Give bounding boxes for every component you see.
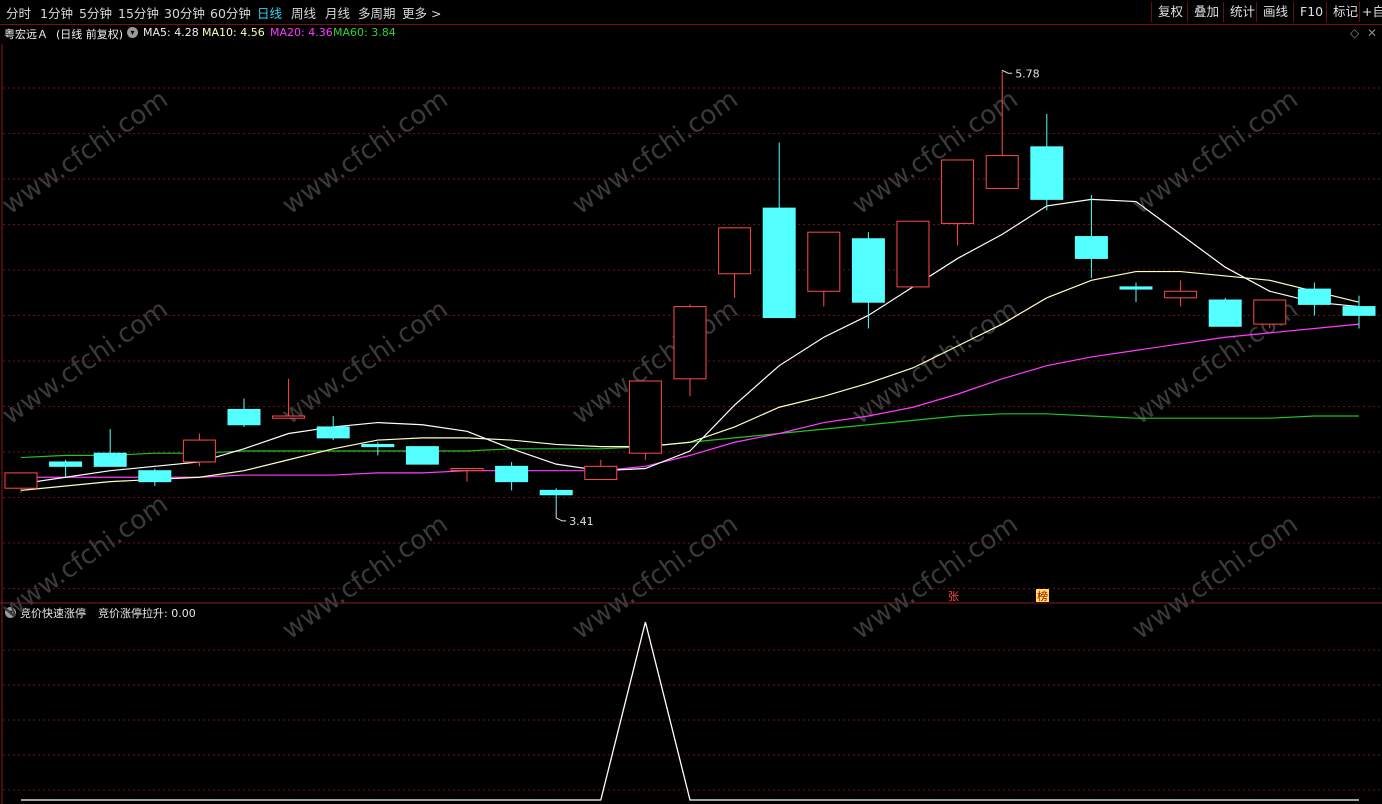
candle-up: [673, 304, 707, 397]
marker-bang: 榜: [1037, 589, 1048, 603]
candle-down: [1030, 114, 1064, 211]
candle-body: [4, 472, 38, 489]
candle-body: [227, 408, 261, 426]
candle-body: [807, 231, 841, 292]
candle-up: [896, 220, 930, 288]
candle-body: [450, 468, 484, 472]
watermark-text: www.cfchi.com: [847, 84, 1024, 220]
candle-body: [1342, 306, 1376, 316]
candle-body: [673, 306, 707, 380]
candle-up: [628, 380, 662, 460]
candle-up: [1164, 280, 1198, 307]
indicator-line: [21, 621, 1359, 801]
watermark-text: www.cfchi.com: [0, 489, 174, 625]
indicator-panel: [21, 621, 1359, 801]
watermark-text: www.cfchi.com: [567, 84, 744, 220]
watermark-text: www.cfchi.com: [277, 294, 454, 430]
candle-body: [138, 470, 172, 483]
candle-down: [405, 446, 439, 465]
candle-body: [539, 489, 573, 496]
candle-body: [762, 207, 796, 319]
watermark-text: www.cfchi.com: [277, 509, 454, 645]
candle-body: [405, 446, 439, 465]
candle-body: [1297, 288, 1331, 305]
chart-grid: [0, 44, 1382, 804]
low-label: 3.41: [569, 515, 594, 528]
low-pointer: [555, 507, 567, 522]
candle-up: [941, 159, 975, 246]
candle-body: [495, 465, 529, 483]
candle-body: [1074, 236, 1108, 259]
candle-down: [138, 468, 172, 487]
candle-body: [584, 465, 618, 480]
candle-down: [93, 429, 127, 467]
watermark-text: www.cfchi.com: [847, 294, 1024, 430]
candle-down: [495, 461, 529, 491]
candle-body: [718, 227, 752, 275]
candle-down: [49, 459, 83, 478]
candle-body: [316, 426, 350, 439]
candle-body: [1030, 146, 1064, 200]
candle-body: [1253, 299, 1287, 325]
candle-body: [1164, 290, 1198, 299]
candle-body: [1119, 286, 1153, 290]
candle-down: [316, 416, 350, 441]
candle-up: [450, 468, 484, 482]
candle-body: [49, 461, 83, 467]
candle-down: [1297, 282, 1331, 316]
candle-body: [896, 220, 930, 288]
candle-down: [1074, 194, 1108, 279]
candle-body: [851, 238, 885, 303]
candle-body: [93, 452, 127, 467]
watermark-text: www.cfchi.com: [1127, 84, 1304, 220]
candle-body: [1208, 299, 1242, 327]
candle-down: [227, 398, 261, 427]
marker-zhang: 张: [948, 590, 959, 603]
high-pointer: [1001, 69, 1013, 74]
watermark-text: www.cfchi.com: [847, 509, 1024, 645]
candle-down: [539, 488, 573, 508]
kline-chart[interactable]: www.cfchi.com www.cfchi.com www.cfchi.com w…: [0, 0, 1382, 804]
watermark-layer: www.cfchi.com www.cfchi.com www.cfchi.com w…: [0, 84, 1304, 645]
candle-up: [584, 459, 618, 480]
candle-up: [1253, 299, 1287, 329]
candle-up: [182, 433, 216, 467]
candle-down: [762, 142, 796, 319]
watermark-text: www.cfchi.com: [567, 509, 744, 645]
candle-body: [361, 443, 395, 448]
candle-body: [628, 380, 662, 454]
candle-body: [941, 159, 975, 224]
candle-down: [361, 442, 395, 456]
candle-up: [807, 231, 841, 307]
candle-down: [1208, 297, 1242, 327]
candle-body: [272, 415, 306, 419]
watermark-text: www.cfchi.com: [1127, 509, 1304, 645]
candle-body: [182, 439, 216, 463]
high-label: 5.78: [1015, 67, 1039, 80]
watermark-text: www.cfchi.com: [0, 84, 174, 220]
candle-down: [1119, 282, 1153, 303]
watermark-text: www.cfchi.com: [0, 294, 174, 430]
candle-down: [851, 232, 885, 329]
candle-up: [718, 227, 752, 298]
candle-body: [985, 155, 1019, 189]
candle-down: [1342, 295, 1376, 329]
watermark-text: www.cfchi.com: [277, 84, 454, 220]
